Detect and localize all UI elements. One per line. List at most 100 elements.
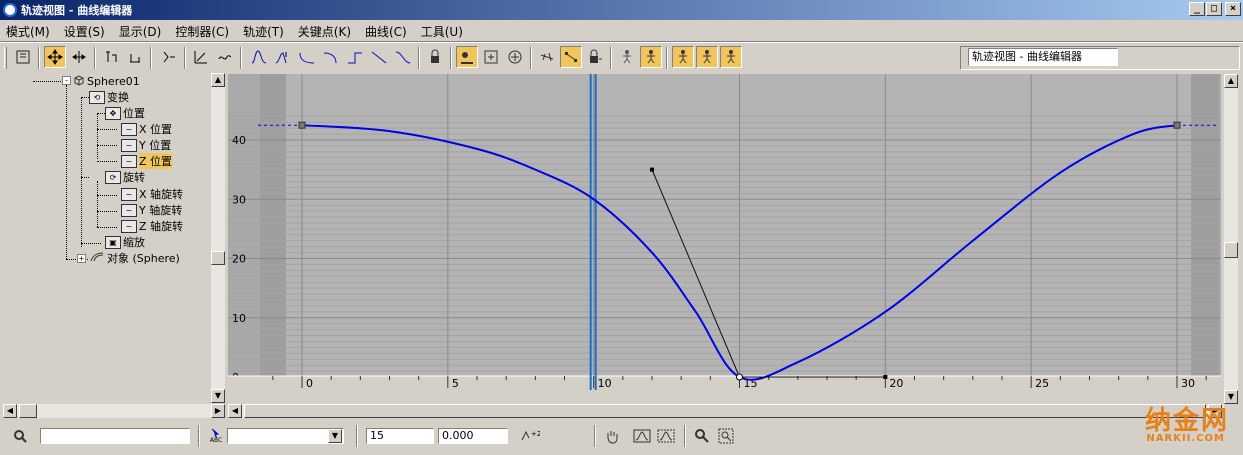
scale-values-icon[interactable] xyxy=(124,46,146,68)
scale-keys-icon[interactable] xyxy=(100,46,122,68)
tree-item-x-rotation[interactable]: ~ X 轴旋转 xyxy=(121,186,183,202)
biped-icon[interactable] xyxy=(616,46,638,68)
tree-item-z-position[interactable]: ~ Z 位置 xyxy=(121,153,173,169)
selection-dropdown[interactable] xyxy=(227,428,344,444)
tangent-smooth-icon[interactable] xyxy=(392,46,414,68)
scroll-thumb[interactable] xyxy=(244,404,1206,418)
scroll-right-button[interactable]: ▶ xyxy=(211,404,225,418)
zoom-icon[interactable] xyxy=(692,426,712,446)
zoom-region-icon[interactable] xyxy=(716,426,736,446)
curve-icon: ~ xyxy=(121,203,137,217)
tree-expander[interactable]: + xyxy=(77,254,86,263)
tree-vertical-scrollbar[interactable]: ▲ ▼ xyxy=(211,73,225,403)
tangent-slow-icon[interactable] xyxy=(320,46,342,68)
move-keys-icon[interactable] xyxy=(44,46,66,68)
scale-icon: ▣ xyxy=(105,235,121,249)
close-button[interactable]: × xyxy=(1225,2,1241,16)
zoom-horizontal-icon[interactable] xyxy=(656,426,676,446)
biped-icon[interactable] xyxy=(640,46,662,68)
maximize-button[interactable]: □ xyxy=(1206,2,1222,16)
biped-icon[interactable] xyxy=(720,46,742,68)
scroll-left-button[interactable]: ◀ xyxy=(3,404,17,418)
tree-label: Z 轴旋转 xyxy=(139,220,184,233)
tree-item-rotation[interactable]: ⟳ 旋转 xyxy=(105,169,145,185)
tree-item-y-position[interactable]: ~ Y 位置 xyxy=(121,137,171,153)
lock-icon[interactable] xyxy=(584,46,606,68)
minimize-button[interactable]: _ xyxy=(1189,2,1205,16)
draw-curves-icon[interactable] xyxy=(190,46,212,68)
show-keyable-icon[interactable] xyxy=(536,46,558,68)
track-name-field[interactable] xyxy=(40,428,190,444)
biped-icon[interactable] xyxy=(696,46,718,68)
biped-icon[interactable] xyxy=(672,46,694,68)
curve-graph[interactable]: 403020100051015202530 xyxy=(228,74,1221,404)
scroll-left-button[interactable]: ◀ xyxy=(228,404,242,418)
curve-icon: ~ xyxy=(121,154,137,168)
menu-utilities[interactable]: 工具(U) xyxy=(421,23,463,40)
menu-settings[interactable]: 设置(S) xyxy=(64,23,105,40)
position-icon: ✥ xyxy=(105,106,121,120)
scroll-up-button[interactable]: ▲ xyxy=(211,73,225,87)
tree-expander[interactable]: - xyxy=(62,76,71,85)
tree-item-scale[interactable]: ▣ 缩放 xyxy=(105,234,145,250)
tangent-auto-icon[interactable] xyxy=(248,46,270,68)
menu-separator xyxy=(0,41,1243,43)
tree-label: X 轴旋转 xyxy=(139,188,184,201)
param-curve-out-icon[interactable] xyxy=(504,46,526,68)
frame-field[interactable]: 15 xyxy=(366,428,434,444)
tangent-linear-icon[interactable] xyxy=(368,46,390,68)
select-by-name-icon[interactable]: ABC xyxy=(206,426,226,446)
tree-label-selected: Z 位置 xyxy=(139,153,173,169)
keyframe xyxy=(1173,121,1181,129)
value-scale-icon[interactable]: +2 xyxy=(520,426,540,446)
dropdown-arrow-icon[interactable]: ▼ xyxy=(328,429,342,443)
tree-item-sphere01[interactable]: Sphere01 xyxy=(73,73,140,89)
graph-horizontal-scrollbar[interactable]: ◀ ▶ xyxy=(228,404,1224,418)
tree-label: 变换 xyxy=(107,91,129,104)
tree-item-transform[interactable]: ⟲ 变换 xyxy=(89,89,129,105)
search-icon[interactable] xyxy=(10,426,30,446)
watermark-url: NARKII.COM xyxy=(1146,433,1225,444)
tree-item-object[interactable]: 对象 (Sphere) xyxy=(89,250,180,266)
scroll-down-button[interactable]: ▼ xyxy=(211,389,225,403)
lock-tangents-icon[interactable] xyxy=(424,46,446,68)
tangent-handle xyxy=(883,375,888,379)
scroll-up-button[interactable]: ▲ xyxy=(1224,74,1238,88)
graph-vertical-scrollbar[interactable]: ▲ ▼ xyxy=(1224,74,1238,404)
menu-keys[interactable]: 关键点(K) xyxy=(298,23,351,40)
menu-controller[interactable]: 控制器(C) xyxy=(175,23,229,40)
value-field[interactable]: 0.000 xyxy=(438,428,508,444)
menu-display[interactable]: 显示(D) xyxy=(119,23,162,40)
y-tick-label: 10 xyxy=(232,312,246,325)
snap-frames-icon[interactable] xyxy=(456,46,478,68)
tangent-custom-icon[interactable] xyxy=(272,46,294,68)
modifier-icon xyxy=(89,251,105,266)
add-keys-icon[interactable] xyxy=(158,46,180,68)
menu-curves[interactable]: 曲线(C) xyxy=(365,23,407,40)
show-tangents-icon[interactable] xyxy=(560,46,582,68)
tangent-step-icon[interactable] xyxy=(344,46,366,68)
reduce-keys-icon[interactable] xyxy=(214,46,236,68)
curve-graph-canvas[interactable]: 403020100051015202530 xyxy=(228,74,1221,404)
tree-item-z-rotation[interactable]: ~ Z 轴旋转 xyxy=(121,218,183,234)
keyframe-selected xyxy=(736,373,743,381)
lock-selection-icon[interactable] xyxy=(480,46,502,68)
pan-icon[interactable] xyxy=(602,426,622,446)
scroll-thumb[interactable] xyxy=(19,404,37,418)
scroll-thumb[interactable] xyxy=(211,251,225,265)
zoom-extents-icon[interactable] xyxy=(632,426,652,446)
scroll-thumb[interactable] xyxy=(1224,242,1238,258)
filter-icon[interactable] xyxy=(12,46,34,68)
tree-item-x-position[interactable]: ~ X 位置 xyxy=(121,121,172,137)
menu-tracks[interactable]: 轨迹(T) xyxy=(243,23,284,40)
keyframe xyxy=(298,121,306,129)
tree-horizontal-scrollbar[interactable]: ◀ ▶ xyxy=(3,404,225,418)
tangent-fast-icon[interactable] xyxy=(296,46,318,68)
window-controls: _ □ × xyxy=(1188,2,1241,16)
slide-keys-icon[interactable] xyxy=(68,46,90,68)
menu-mode[interactable]: 模式(M) xyxy=(6,23,50,40)
toolbar-name-field[interactable]: 轨迹视图 - 曲线编辑器 xyxy=(968,48,1118,66)
tree-item-y-rotation[interactable]: ~ Y 轴旋转 xyxy=(121,202,182,218)
x-tick-label: 20 xyxy=(889,377,903,390)
tree-item-position[interactable]: ✥ 位置 xyxy=(105,105,145,121)
